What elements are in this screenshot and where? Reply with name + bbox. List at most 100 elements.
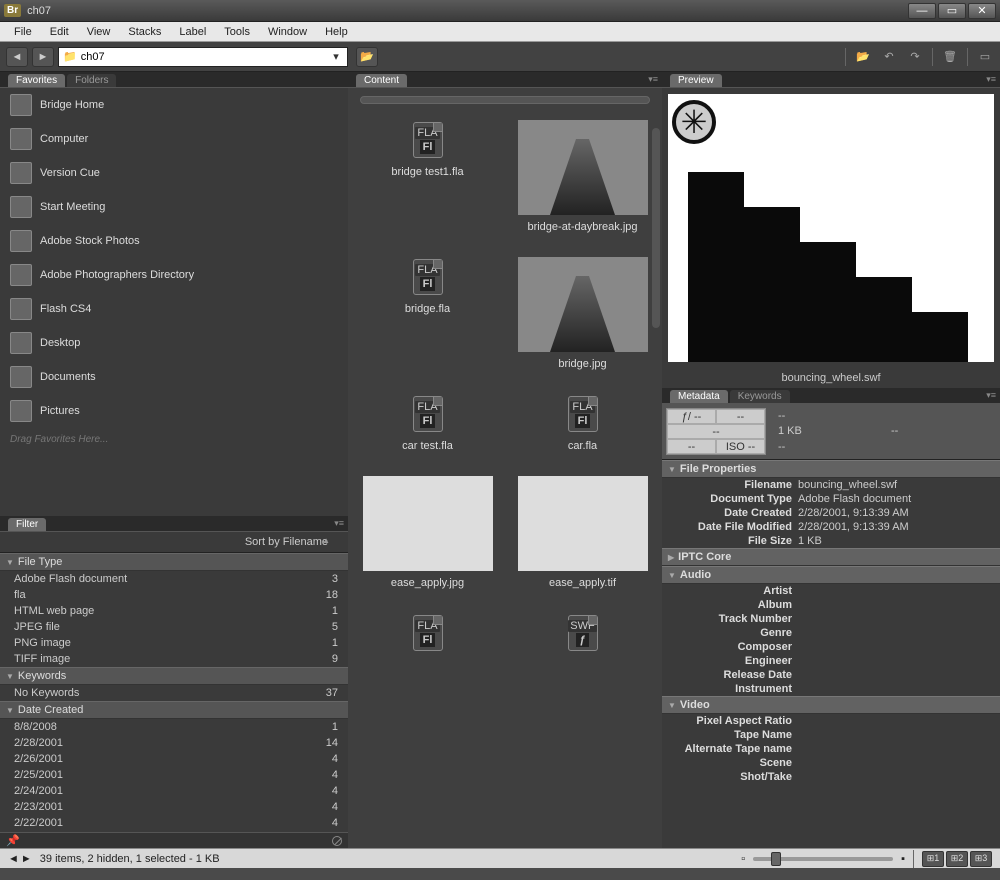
thumbnail-item[interactable]: bridge.jpg [507, 249, 658, 378]
filter-row[interactable]: 2/22/20014 [0, 815, 348, 831]
metadata-value[interactable] [798, 655, 1000, 667]
tab-preview[interactable]: Preview [670, 74, 722, 87]
scrollbar[interactable] [652, 128, 660, 328]
menu-file[interactable]: File [6, 24, 40, 40]
tab-folders[interactable]: Folders [67, 74, 116, 87]
tab-favorites[interactable]: Favorites [8, 74, 65, 87]
favorites-item[interactable]: Version Cue [0, 156, 348, 190]
open-button[interactable]: 📂 [854, 48, 872, 66]
tab-filter[interactable]: Filter [8, 518, 46, 531]
favorites-item[interactable]: Adobe Stock Photos [0, 224, 348, 258]
path-input[interactable] [81, 51, 325, 63]
metadata-section-video[interactable]: Video [662, 696, 1000, 714]
favorites-item[interactable]: Start Meeting [0, 190, 348, 224]
filter-group-header[interactable]: Keywords [0, 667, 348, 685]
filter-row[interactable]: Adobe Flash document3 [0, 571, 348, 587]
favorites-item[interactable]: Computer [0, 122, 348, 156]
metadata-value[interactable] [798, 599, 1000, 611]
metadata-section-iptc[interactable]: IPTC Core [662, 548, 1000, 566]
thumb-size-large-icon[interactable]: ▪ [901, 853, 905, 865]
favorites-item[interactable]: Pictures [0, 394, 348, 428]
tab-keywords[interactable]: Keywords [730, 390, 790, 403]
thumbnail-item[interactable]: FLAFlcar test.fla [352, 386, 503, 460]
filter-sort[interactable]: Sort by Filename [0, 532, 348, 553]
thumb-size-small-icon[interactable]: ▫ [741, 853, 745, 865]
favorites-item-label: Documents [40, 371, 96, 383]
filter-row[interactable]: No Keywords37 [0, 685, 348, 701]
menu-label[interactable]: Label [171, 24, 214, 40]
metadata-value[interactable] [798, 613, 1000, 625]
menu-tools[interactable]: Tools [216, 24, 258, 40]
panel-options-icon[interactable]: ▾≡ [648, 74, 658, 85]
maximize-button[interactable]: ▭ [938, 3, 966, 19]
filter-row[interactable]: 2/25/20014 [0, 767, 348, 783]
metadata-value[interactable] [798, 757, 1000, 769]
view-mode-1-button[interactable]: ⊞1 [922, 851, 944, 867]
menu-edit[interactable]: Edit [42, 24, 77, 40]
favorites-item[interactable]: Adobe Photographers Directory [0, 258, 348, 292]
status-next-icon[interactable]: ► [21, 853, 32, 865]
thumbnail-item[interactable]: bridge-at-daybreak.jpg [507, 112, 658, 241]
metadata-value[interactable] [798, 683, 1000, 695]
filter-row[interactable]: TIFF image9 [0, 651, 348, 667]
favorites-item[interactable]: Desktop [0, 326, 348, 360]
trash-button[interactable]: 🗑 [941, 48, 959, 66]
metadata-value[interactable] [798, 641, 1000, 653]
view-mode-3-button[interactable]: ⊞3 [970, 851, 992, 867]
metadata-value[interactable] [798, 627, 1000, 639]
menu-view[interactable]: View [79, 24, 119, 40]
metadata-value[interactable] [798, 743, 1000, 755]
nav-forward-button[interactable]: ► [32, 47, 54, 67]
filter-row[interactable]: 2/23/20014 [0, 799, 348, 815]
rotate-cw-button[interactable]: ↷ [906, 48, 924, 66]
filter-row[interactable]: 2/24/20014 [0, 783, 348, 799]
tab-metadata[interactable]: Metadata [670, 390, 728, 403]
view-mode-2-button[interactable]: ⊞2 [946, 851, 968, 867]
nav-back-button[interactable]: ◄ [6, 47, 28, 67]
thumbnail-item[interactable]: ease_apply.tif [507, 468, 658, 597]
metadata-value[interactable] [798, 729, 1000, 741]
thumbnail-item[interactable]: SWFƒ [507, 605, 658, 661]
favorites-item[interactable]: Flash CS4 [0, 292, 348, 326]
panel-options-icon[interactable]: ▾≡ [986, 390, 996, 401]
folder-up-button[interactable]: 📂 [356, 47, 378, 67]
tab-content[interactable]: Content [356, 74, 407, 87]
filter-row[interactable]: 2/28/200114 [0, 735, 348, 751]
filter-row[interactable]: 8/8/20081 [0, 719, 348, 735]
favorites-item[interactable]: Documents [0, 360, 348, 394]
metadata-value[interactable] [798, 585, 1000, 597]
menu-help[interactable]: Help [317, 24, 356, 40]
filter-group-header[interactable]: Date Created [0, 701, 348, 719]
metadata-value[interactable] [798, 771, 1000, 783]
minimize-button[interactable]: — [908, 3, 936, 19]
menu-stacks[interactable]: Stacks [120, 24, 169, 40]
thumbnail-size-slider[interactable] [753, 857, 893, 861]
panel-options-icon[interactable]: ▾≡ [334, 518, 344, 529]
metadata-value[interactable] [798, 669, 1000, 681]
compact-mode-button[interactable]: ▭ [976, 48, 994, 66]
thumbnail-item[interactable]: FLAFl [352, 605, 503, 661]
menu-window[interactable]: Window [260, 24, 315, 40]
favorites-item[interactable]: Bridge Home [0, 88, 348, 122]
filter-row[interactable]: HTML web page1 [0, 603, 348, 619]
filter-group-header[interactable]: File Type [0, 553, 348, 571]
rotate-ccw-button[interactable]: ↶ [880, 48, 898, 66]
panel-options-icon[interactable]: ▾≡ [986, 74, 996, 85]
filter-row[interactable]: PNG image1 [0, 635, 348, 651]
metadata-section-audio[interactable]: Audio [662, 566, 1000, 584]
path-dropdown-icon[interactable]: ▾ [329, 50, 343, 63]
clear-filter-icon[interactable] [332, 836, 342, 846]
path-box[interactable]: 📁 ▾ [58, 47, 348, 67]
filter-row[interactable]: JPEG file5 [0, 619, 348, 635]
close-button[interactable]: ✕ [968, 3, 996, 19]
thumbnail-item[interactable]: FLAFlbridge test1.fla [352, 112, 503, 241]
thumbnail-item[interactable]: FLAFlbridge.fla [352, 249, 503, 378]
pin-icon[interactable]: 📌 [6, 834, 20, 847]
status-prev-icon[interactable]: ◄ [8, 853, 19, 865]
thumbnail-item[interactable]: FLAFlcar.fla [507, 386, 658, 460]
metadata-value[interactable] [798, 715, 1000, 727]
filter-row[interactable]: fla18 [0, 587, 348, 603]
filter-row[interactable]: 2/26/20014 [0, 751, 348, 767]
metadata-section-file-properties[interactable]: File Properties [662, 460, 1000, 478]
thumbnail-item[interactable]: ease_apply.jpg [352, 468, 503, 597]
